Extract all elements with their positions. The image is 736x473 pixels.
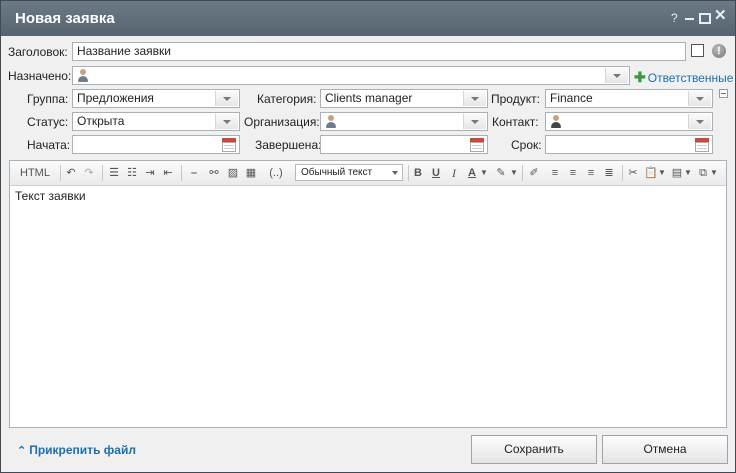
chevron-down-icon[interactable] [215,91,238,106]
user-icon [77,69,89,83]
group-select[interactable]: Предложения [72,89,240,108]
title-bar[interactable]: Новая заявка ? ✕ [1,1,735,36]
chevron-down-icon[interactable] [688,91,711,106]
calendar-icon[interactable] [694,137,710,152]
status-value: Открыта [77,114,125,128]
contact-icon [550,115,562,129]
insert-field-button[interactable]: (..) [262,165,290,181]
minimize-icon[interactable] [685,18,694,20]
product-value: Finance [550,91,593,105]
italic-button[interactable]: I [448,165,460,181]
toolbar-separator [622,165,623,181]
chevron-down-icon[interactable] [215,114,238,129]
plus-icon: ✚ [634,69,646,85]
urgent-icon[interactable]: ! [712,44,726,58]
calendar-icon[interactable] [221,137,237,152]
paperclip-icon: ⌃ [17,445,27,457]
organization-icon [325,115,337,129]
horizontal-rule-icon[interactable]: ⎯ [186,165,202,181]
responsible-link[interactable]: ✚ Ответственные [634,69,733,86]
toolbar-separator [60,165,61,181]
responsible-label: Ответственные [647,71,734,85]
toolbar-separator [181,165,182,181]
font-color-button[interactable]: A [466,165,478,181]
copy-icon[interactable]: ⧉ [696,165,710,181]
contact-label: Контакт: [492,115,539,129]
contact-select[interactable] [545,112,713,131]
paste-icon[interactable]: 📋 [644,165,658,181]
toolbar-separator [102,165,103,181]
group-label: Группа: [27,92,69,106]
attach-file-link[interactable]: ⌃ Прикрепить файл [17,443,136,457]
indent-icon[interactable]: ⇥ [143,165,157,181]
product-select[interactable]: Finance [545,89,713,108]
started-label: Начата: [27,138,71,152]
undo-icon[interactable]: ↶ [64,165,78,181]
status-select[interactable]: Открыта [72,112,240,131]
chevron-down-icon[interactable]: ▼ [684,165,692,181]
finished-label: Завершена: [255,138,322,152]
toolbar-separator [522,165,523,181]
chevron-down-icon[interactable]: ▼ [658,165,666,181]
redo-icon[interactable]: ↷ [82,165,96,181]
save-button[interactable]: Сохранить [471,435,597,464]
chevron-down-icon[interactable] [688,114,711,129]
chevron-down-icon[interactable]: ▼ [710,165,718,181]
bold-button[interactable]: B [412,165,424,181]
highlight-icon[interactable]: ✎ [492,165,510,181]
cancel-button[interactable]: Отмена [602,435,728,464]
rich-text-editor: HTML ↶ ↷ ☰ ☷ ⇥ ⇤ ⎯ ⚯ ▨ ▦ (..) Обычный те… [9,160,727,428]
table-icon[interactable]: ▦ [244,165,258,181]
link-icon[interactable]: ⚯ [206,165,222,181]
chevron-down-icon[interactable] [463,114,486,129]
attach-file-label: Прикрепить файл [29,443,136,457]
save-icon[interactable]: ▤ [670,165,684,181]
product-label: Продукт: [491,92,540,106]
cut-icon[interactable]: ✂ [626,165,640,181]
image-icon[interactable]: ▨ [226,165,240,181]
outdent-icon[interactable]: ⇤ [161,165,175,181]
chevron-down-icon[interactable]: ▼ [480,165,488,181]
clear-format-icon[interactable]: ✐ [526,165,542,181]
status-label: Статус: [27,115,69,129]
chevron-down-icon[interactable] [605,68,628,83]
title-input[interactable]: Название заявки [72,42,686,61]
assigned-select[interactable] [72,66,630,85]
bulleted-list-icon[interactable]: ☰ [107,165,121,181]
group-value: Предложения [77,91,154,105]
underline-button[interactable]: U [430,165,442,181]
align-left-icon[interactable]: ≡ [548,165,562,181]
html-mode-button[interactable]: HTML [18,165,52,181]
started-date-input[interactable] [72,135,240,154]
numbered-list-icon[interactable]: ☷ [125,165,139,181]
align-right-icon[interactable]: ≡ [584,165,598,181]
collapse-icon[interactable] [719,89,728,98]
assigned-label: Назначено: [8,69,72,83]
organization-select[interactable] [320,112,488,131]
chevron-down-icon[interactable]: ▼ [510,165,518,181]
due-date-input[interactable] [545,135,713,154]
close-icon[interactable]: ✕ [714,8,727,23]
organization-label: Организация: [244,115,320,129]
window-title: Новая заявка [15,10,115,27]
category-value: Clients manager [325,91,413,105]
important-checkbox[interactable] [691,44,704,57]
dialog-window: Новая заявка ? ✕ Заголовок: Название зая… [0,0,736,473]
category-label: Категория: [257,92,317,106]
category-select[interactable]: Clients manager [320,89,488,108]
editor-toolbar: HTML ↶ ↷ ☰ ☷ ⇥ ⇤ ⎯ ⚯ ▨ ▦ (..) Обычный те… [10,161,726,186]
help-icon[interactable]: ? [671,11,678,25]
calendar-icon[interactable] [469,137,485,152]
maximize-icon[interactable] [699,13,711,24]
finished-date-input[interactable] [320,135,488,154]
title-label: Заголовок: [8,45,68,59]
editor-content[interactable]: Текст заявки [15,189,86,203]
chevron-down-icon[interactable] [463,91,486,106]
align-center-icon[interactable]: ≡ [566,165,580,181]
toolbar-separator [408,165,409,181]
format-select[interactable]: Обычный текст [295,164,403,181]
due-label: Срок: [511,138,542,152]
align-justify-icon[interactable]: ≣ [602,165,616,181]
